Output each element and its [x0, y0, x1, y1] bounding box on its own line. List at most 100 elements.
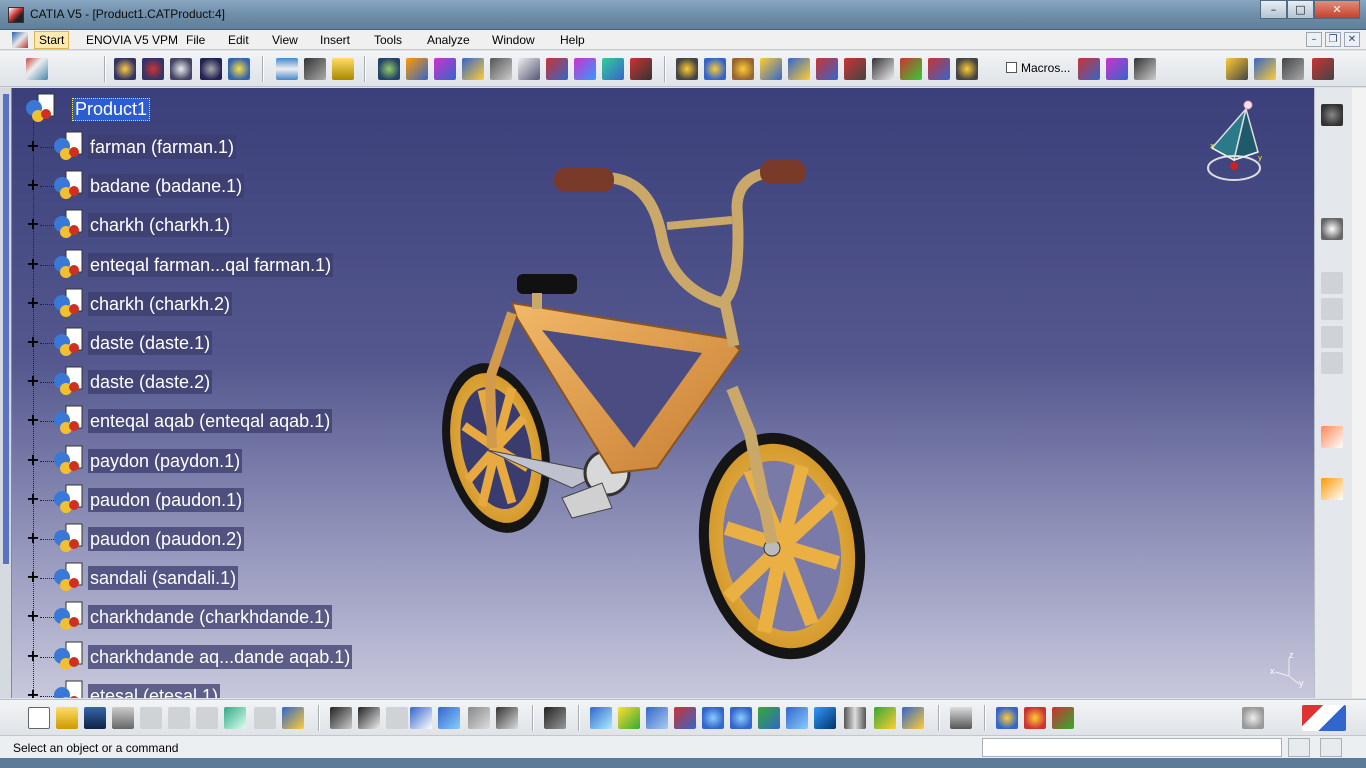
- refresh-icon[interactable]: [1242, 707, 1264, 729]
- design-table-icon[interactable]: [410, 707, 432, 729]
- smart-move-icon[interactable]: [434, 58, 456, 80]
- tree-scroll-bar[interactable]: [3, 94, 9, 564]
- macro-list-icon[interactable]: [1134, 58, 1156, 80]
- copy-icon[interactable]: [168, 707, 190, 729]
- capture-camera-icon[interactable]: [544, 707, 566, 729]
- menu-insert[interactable]: Insert: [316, 32, 354, 48]
- tree-node-label[interactable]: charkhdande (charkhdande.1): [88, 605, 333, 630]
- reorder-icon[interactable]: [1312, 58, 1334, 80]
- stop-manipulate-icon[interactable]: [490, 58, 512, 80]
- zoom-out-icon[interactable]: [730, 707, 752, 729]
- expand-icon[interactable]: +: [26, 373, 40, 389]
- catalog-browser-icon[interactable]: [956, 58, 978, 80]
- whats-this-icon[interactable]: [282, 707, 304, 729]
- expand-icon[interactable]: +: [26, 647, 40, 664]
- tree-scroll-strip[interactable]: [0, 88, 12, 698]
- sectioning-icon[interactable]: [704, 58, 726, 80]
- expand-icon[interactable]: +: [26, 216, 40, 232]
- generate-numbering-icon[interactable]: [304, 58, 326, 80]
- paste-icon[interactable]: [196, 707, 218, 729]
- tree-node-label[interactable]: enteqal aqab (enteqal aqab.1): [88, 409, 333, 434]
- clash-icon[interactable]: [676, 58, 698, 80]
- offset-constraint-icon[interactable]: [574, 58, 596, 80]
- macro-record-icon[interactable]: [1078, 58, 1100, 80]
- cut-icon[interactable]: [140, 707, 162, 729]
- menu-help[interactable]: Help: [556, 32, 589, 48]
- doc-restore-button[interactable]: ❐: [1325, 32, 1341, 47]
- select-tool-icon[interactable]: [1321, 218, 1343, 240]
- mechanical-structure-icon[interactable]: [788, 58, 810, 80]
- expand-icon[interactable]: +: [26, 177, 40, 193]
- tree-node-label[interactable]: paudon (paudon.1): [88, 487, 245, 512]
- catalog-icon[interactable]: [438, 707, 460, 729]
- dependencies-icon[interactable]: [816, 58, 838, 80]
- multi-view-icon[interactable]: [786, 707, 808, 729]
- new-product-icon[interactable]: [142, 58, 164, 80]
- rear-wheel[interactable]: [427, 353, 564, 543]
- load-icon[interactable]: [332, 58, 354, 80]
- status-toggle-button[interactable]: [1288, 738, 1310, 757]
- tree-node-label[interactable]: charkh (charkh.1): [88, 213, 233, 238]
- tree-node-label[interactable]: farman (farman.1): [88, 135, 237, 159]
- tree-node-label[interactable]: charkh (charkh.2): [88, 291, 233, 316]
- snap-icon[interactable]: [406, 58, 428, 80]
- compass-icon[interactable]: x y: [1204, 100, 1264, 186]
- fix-component-icon[interactable]: [630, 58, 652, 80]
- tree-node-label[interactable]: paudon (paudon.2): [88, 527, 245, 551]
- contact-constraint-icon[interactable]: [546, 58, 568, 80]
- part-disabled-icon[interactable]: [1321, 326, 1343, 348]
- pointer-icon[interactable]: [1321, 478, 1343, 500]
- minimize-button[interactable]: –: [1260, 0, 1287, 19]
- product-structure-disabled-icon[interactable]: [1321, 272, 1343, 294]
- spec-tree-icon[interactable]: [1282, 58, 1304, 80]
- tree-node-label[interactable]: daste (daste.2): [88, 370, 213, 395]
- existing-component-icon[interactable]: [200, 58, 222, 80]
- product-workbench-icon[interactable]: [26, 58, 48, 80]
- left-grip[interactable]: [554, 168, 614, 192]
- lock-icon[interactable]: [468, 707, 490, 729]
- menu-enovia[interactable]: ENOVIA V5 VPM: [82, 32, 182, 48]
- coincidence-constraint-icon[interactable]: [518, 58, 540, 80]
- render-icon[interactable]: [1024, 707, 1046, 729]
- isometric-view-icon[interactable]: [814, 707, 836, 729]
- fly-mode-icon[interactable]: [590, 707, 612, 729]
- fit-all-in-icon[interactable]: [618, 707, 640, 729]
- undo-icon[interactable]: [224, 707, 246, 729]
- menu-start[interactable]: Start: [34, 31, 70, 49]
- scene-icon[interactable]: [928, 58, 950, 80]
- menu-view[interactable]: View: [268, 32, 302, 48]
- macros-checkbox[interactable]: [1006, 62, 1017, 73]
- graph-tree-reorder-icon[interactable]: [276, 58, 298, 80]
- tree-node-label[interactable]: paydon (paydon.1): [88, 448, 243, 473]
- doc-close-button[interactable]: ✕: [1344, 32, 1360, 47]
- expand-icon[interactable]: +: [26, 412, 40, 428]
- front-wheel[interactable]: [681, 419, 882, 672]
- open-folder-icon[interactable]: [56, 707, 78, 729]
- expand-icon[interactable]: +: [26, 294, 40, 311]
- component-disabled-icon[interactable]: [1321, 298, 1343, 320]
- expand-icon[interactable]: +: [26, 569, 40, 585]
- pedal[interactable]: [561, 482, 613, 519]
- maximize-button[interactable]: □: [1287, 0, 1314, 19]
- menu-edit[interactable]: Edit: [224, 32, 253, 48]
- expand-icon[interactable]: +: [26, 334, 40, 350]
- menu-window[interactable]: Window: [488, 32, 539, 48]
- doc-minimize-button[interactable]: –: [1306, 32, 1322, 47]
- hide-show-icon[interactable]: [874, 707, 896, 729]
- zoom-in-icon[interactable]: [702, 707, 724, 729]
- expand-icon[interactable]: +: [26, 608, 40, 624]
- right-grip[interactable]: [760, 160, 806, 184]
- distance-analysis-icon[interactable]: [732, 58, 754, 80]
- symmetry-disabled-icon[interactable]: [1321, 352, 1343, 374]
- bill-of-material-icon[interactable]: [760, 58, 782, 80]
- expand-icon[interactable]: +: [26, 686, 40, 698]
- expand-icon[interactable]: +: [26, 255, 40, 272]
- shading-icon[interactable]: [844, 707, 866, 729]
- new-document-icon[interactable]: [28, 707, 50, 729]
- normal-view-plane-icon[interactable]: [950, 707, 972, 729]
- flag-note-icon[interactable]: [900, 58, 922, 80]
- new-part-icon[interactable]: [170, 58, 192, 80]
- power-input-field[interactable]: [982, 738, 1282, 757]
- normal-view-icon[interactable]: [758, 707, 780, 729]
- rotate-icon[interactable]: [674, 707, 696, 729]
